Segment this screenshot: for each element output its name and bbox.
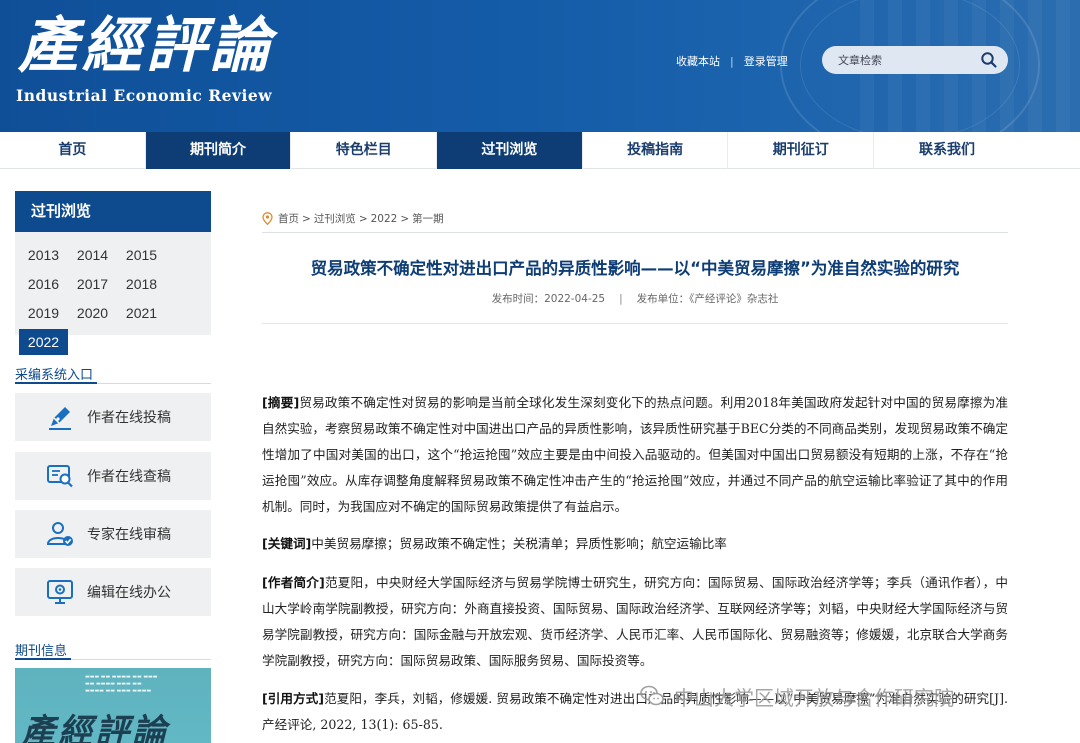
breadcrumb-home[interactable]: 首页 [278,211,299,226]
nav-archive[interactable]: 过刊浏览 [437,132,583,169]
wechat-icon [640,685,664,706]
abstract-paragraph: [摘要]贸易政策不确定性对贸易的影响是当前全球化发生深刻变化下的热点问题。利用2… [262,390,1008,520]
entry-label: 编辑在线办公 [87,585,171,601]
abstract-label: [摘要] [262,395,300,410]
search-icon[interactable] [980,51,998,69]
entry-label: 作者在线投稿 [87,410,171,426]
archive-heading: 过刊浏览 [15,191,211,232]
editor-office-button[interactable]: 编辑在线办公 [15,568,211,616]
meta-separator: | [619,293,623,305]
cover-small-print-decoration: ▬▬▬ ▬▬ ▬▬▬▬ ▬▬ ▬▬▬ ▬▬ ▬▬▬▬ ▬▬▬ ▬▬ ▬▬▬▬ ▬▬ … [85,674,158,694]
publisher: 发布单位：《产经评论》杂志社 [636,293,779,305]
nav-home[interactable]: 首页 [0,132,146,169]
year-2017[interactable]: 2017 [68,271,117,297]
section-divider [15,382,211,384]
abstract-text: 贸易政策不确定性对贸易的影响是当前全球化发生深刻变化下的热点问题。利用2018年… [262,395,1008,514]
watermark-text: 中山大学区域开放与合作研究院 [674,685,954,710]
breadcrumb-year[interactable]: 2022 [371,213,398,225]
site-logo[interactable]: 產經評論 [18,12,274,80]
breadcrumb-issue[interactable]: 第一期 [412,211,444,226]
citation-label: [引用方式] [262,691,325,706]
authors-paragraph: [作者简介]范夏阳，中央财经大学国际经济与贸易学院博士研究生，研究方向：国际贸易… [262,570,1008,674]
link-separator: | [730,54,734,68]
header-banner: 產經評論 Industrial Economic Review 收藏本站 | 登… [0,0,1080,132]
keywords-paragraph: [关键词]中美贸易摩擦；贸易政策不确定性；关税清单；异质性影响；航空运输比率 [262,531,1008,557]
location-pin-icon [262,212,273,225]
nav-subscription[interactable]: 期刊征订 [728,132,875,169]
nav-submission-guide[interactable]: 投稿指南 [583,132,729,169]
year-2014[interactable]: 2014 [68,242,117,268]
breadcrumb-divider [262,232,1008,233]
expert-review-button[interactable]: 专家在线审稿 [15,510,211,558]
breadcrumb: 首页 > 过刊浏览 > 2022 > 第一期 [262,211,447,226]
breadcrumb-separator: > [358,212,368,225]
authors-label: [作者简介] [262,575,325,590]
main-nav: 首页 期刊简介 特色栏目 过刊浏览 投稿指南 期刊征订 联系我们 [0,132,1080,169]
wechat-watermark: 中山大学区域开放与合作研究院 [640,681,954,711]
document-search-icon [47,465,73,488]
year-2015[interactable]: 2015 [117,242,166,268]
year-2020[interactable]: 2020 [68,300,117,326]
keywords-text: 中美贸易摩擦；贸易政策不确定性；关税清单；异质性影响；航空运输比率 [311,536,727,551]
author-query-button[interactable]: 作者在线查稿 [15,452,211,500]
section-divider [15,658,211,660]
authors-text: 范夏阳，中央财经大学国际经济与贸易学院博士研究生，研究方向：国际贸易、国际政治经… [262,575,1008,668]
site-logo-english: Industrial Economic Review [16,86,273,105]
nav-journal-intro[interactable]: 期刊简介 [145,132,292,169]
top-links: 收藏本站 | 登录管理 [676,53,788,69]
year-2013[interactable]: 2013 [19,242,68,268]
breadcrumb-archive[interactable]: 过刊浏览 [314,211,356,226]
journal-cover-image[interactable]: ▬▬▬ ▬▬ ▬▬▬▬ ▬▬ ▬▬▬ ▬▬ ▬▬▬▬ ▬▬▬ ▬▬ ▬▬▬▬ ▬▬ … [15,668,211,743]
year-2018[interactable]: 2018 [117,271,166,297]
user-check-icon [46,522,73,546]
journal-info-heading: 期刊信息 [15,644,68,659]
article-meta: 发布时间：2022-04-25 | 发布单位：《产经评论》杂志社 [262,291,1008,306]
admin-login-link[interactable]: 登录管理 [744,53,788,69]
publish-date: 发布时间：2022-04-25 [491,293,606,305]
entry-label: 专家在线审稿 [87,527,171,543]
year-list: 2013 2014 2015 2016 2017 2018 2019 2020 … [15,232,211,355]
breadcrumb-separator: > [400,212,410,225]
monitor-gear-icon [47,580,73,604]
year-2019[interactable]: 2019 [19,300,68,326]
system-entry-heading: 采编系统入口 [15,368,94,383]
breadcrumb-separator: > [302,212,311,225]
year-2022-selected[interactable]: 2022 [19,329,68,355]
cover-title: 產經評論 [21,712,169,743]
nav-contact[interactable]: 联系我们 [874,132,1020,169]
pen-icon [49,407,71,430]
author-submit-button[interactable]: 作者在线投稿 [15,393,211,441]
article-title: 贸易政策不确定性对进出口产品的异质性影响——以“中美贸易摩擦”为准自然实验的研究 [310,259,960,278]
nav-featured-columns[interactable]: 特色栏目 [291,132,438,169]
article-search [822,46,1008,74]
keywords-label: [关键词] [262,536,312,551]
search-input[interactable] [838,53,978,67]
entry-label: 作者在线查稿 [87,469,171,485]
bookmark-site-link[interactable]: 收藏本站 [676,53,720,69]
year-2021[interactable]: 2021 [117,300,166,326]
year-2016[interactable]: 2016 [19,271,68,297]
meta-divider [262,323,1008,324]
